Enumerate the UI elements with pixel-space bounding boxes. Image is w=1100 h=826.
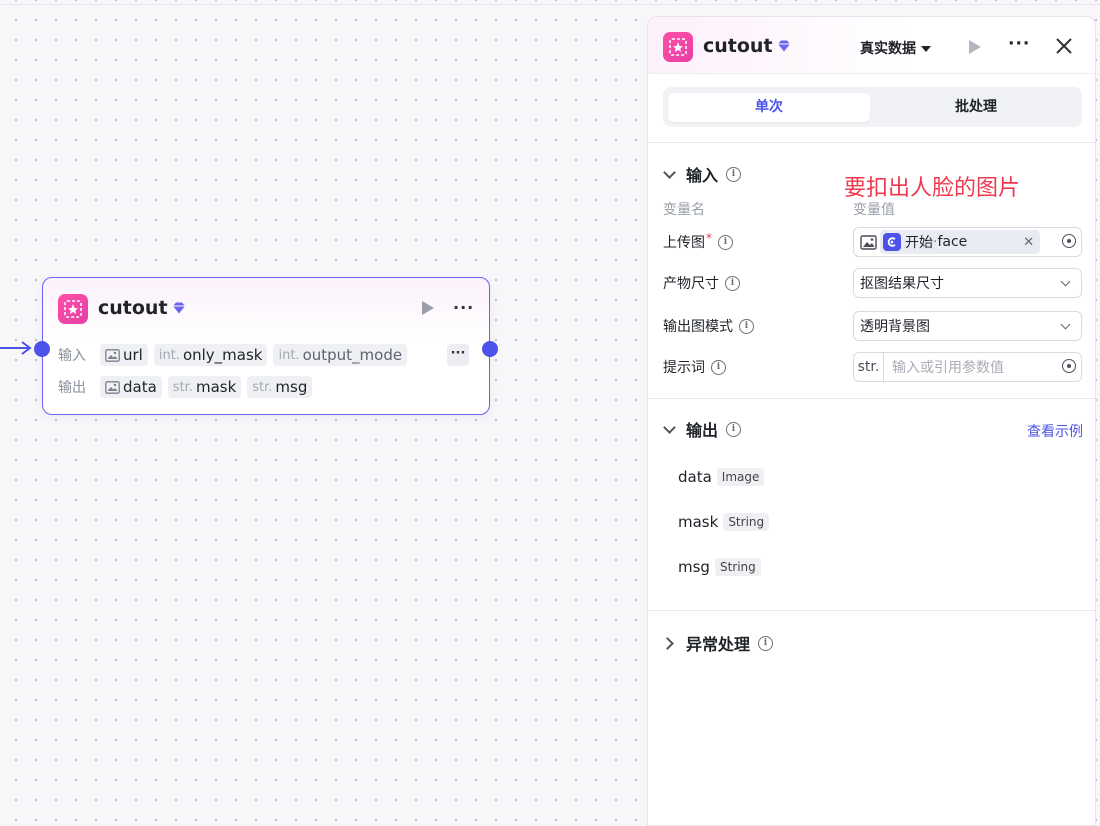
input-section-header[interactable]: 输入 i — [663, 162, 742, 186]
cutout-plugin-icon — [663, 32, 693, 62]
panel-header: cutout 真实数据 ··· — [648, 17, 1095, 74]
node-more-params-button[interactable]: ··· — [447, 344, 469, 366]
chevron-down-icon — [663, 420, 676, 434]
node-output-port[interactable] — [482, 341, 498, 357]
param-label-output-mode: 输出图模式 i — [663, 316, 754, 336]
info-icon[interactable]: i — [726, 166, 742, 182]
node-output-row: 输出 data str. mask str. msg — [58, 376, 313, 398]
node-input-row: 输入 url int. only_mask int. output_mode — [58, 344, 408, 366]
info-icon[interactable]: i — [725, 275, 740, 291]
string-type-tag: str. — [854, 353, 884, 381]
chevron-right-icon — [661, 636, 674, 650]
image-type-icon — [105, 380, 120, 394]
param-label-output-size: 产物尺寸 i — [663, 273, 740, 293]
variable-reference-icon[interactable] — [1062, 234, 1076, 248]
run-play-icon[interactable] — [968, 39, 982, 55]
node-more-menu-icon[interactable]: ··· — [453, 298, 474, 317]
output-size-select[interactable]: 抠图结果尺寸 — [853, 268, 1082, 298]
prompt-input-field[interactable]: str. 输入或引用参数值 — [853, 352, 1082, 382]
view-example-link[interactable]: 查看示例 — [1027, 421, 1083, 441]
column-header-value: 变量值 — [853, 202, 895, 218]
output-mode-select[interactable]: 透明背景图 — [853, 311, 1082, 341]
close-icon[interactable] — [1054, 36, 1074, 56]
reference-variable-chip[interactable]: 开始 · face ✕ — [880, 230, 1041, 254]
panel-title: cutout — [703, 35, 773, 57]
variable-reference-icon[interactable] — [1062, 359, 1076, 373]
info-icon[interactable]: i — [726, 421, 742, 437]
tab-single[interactable]: 单次 — [668, 93, 870, 122]
tab-batch[interactable]: 批处理 — [875, 93, 1077, 122]
canvas-top-border — [0, 4, 1100, 5]
param-label-upload-image: 上传图 * i — [663, 231, 733, 252]
info-icon[interactable]: i — [758, 635, 774, 651]
node-input-port[interactable] — [34, 341, 50, 357]
start-node-icon — [883, 233, 901, 251]
node-input-label: 输入 — [58, 348, 86, 364]
column-header-name: 变量名 — [663, 202, 705, 218]
output-item-data: data Image — [678, 468, 765, 486]
image-type-icon — [860, 234, 877, 250]
output-section-header[interactable]: 输出 i — [663, 417, 742, 441]
chevron-down-icon — [1060, 319, 1071, 330]
chevron-down-icon — [1060, 276, 1071, 287]
node-input-param-output-mode: int. output_mode — [273, 344, 408, 366]
node-output-param-msg: str. msg — [247, 376, 313, 398]
error-handling-section-header[interactable]: 异常处理 i — [661, 631, 774, 655]
divider — [648, 610, 1095, 611]
divider — [648, 142, 1095, 143]
prompt-placeholder: 输入或引用参数值 — [892, 360, 1004, 376]
panel-more-icon[interactable]: ··· — [1008, 34, 1030, 54]
caret-down-icon — [921, 46, 931, 52]
divider — [648, 398, 1095, 399]
run-node-play-icon[interactable] — [421, 300, 435, 316]
annotation-text: 要扣出人脸的图片 — [844, 176, 1021, 201]
info-icon[interactable]: i — [711, 359, 726, 375]
info-icon[interactable]: i — [718, 234, 733, 250]
node-input-param-only-mask: int. only_mask — [153, 344, 268, 366]
premium-gem-icon — [173, 302, 185, 314]
type-tag: String — [723, 513, 770, 531]
node-title: cutout — [98, 297, 168, 319]
node-input-param-url: url — [100, 344, 148, 366]
run-mode-tabs: 单次 批处理 — [663, 87, 1082, 127]
data-source-dropdown[interactable]: 真实数据 — [860, 38, 931, 58]
output-item-msg: msg String — [678, 558, 761, 576]
type-tag: Image — [716, 468, 765, 486]
image-type-icon — [105, 348, 120, 362]
param-label-prompt: 提示词 i — [663, 357, 726, 377]
node-output-label: 输出 — [58, 380, 86, 396]
upload-image-reference-field[interactable]: 开始 · face ✕ — [853, 227, 1082, 257]
type-tag: String — [714, 558, 761, 576]
incoming-edge-arrow — [0, 341, 32, 355]
node-output-param-mask: str. mask — [167, 376, 242, 398]
premium-gem-icon — [778, 40, 790, 52]
node-output-param-data: data — [100, 376, 162, 398]
clear-reference-icon[interactable]: ✕ — [1023, 235, 1034, 250]
cutout-node-card[interactable]: cutout ··· 输入 url int. only_mask int. outp… — [34, 277, 498, 415]
info-icon[interactable]: i — [739, 318, 754, 334]
cutout-plugin-icon — [58, 294, 88, 324]
output-item-mask: mask String — [678, 513, 770, 531]
chevron-down-icon — [663, 165, 676, 179]
node-settings-panel: cutout 真实数据 ··· 单次 批处理 输入 i 要扣出人脸的图片 变量名… — [647, 16, 1096, 826]
